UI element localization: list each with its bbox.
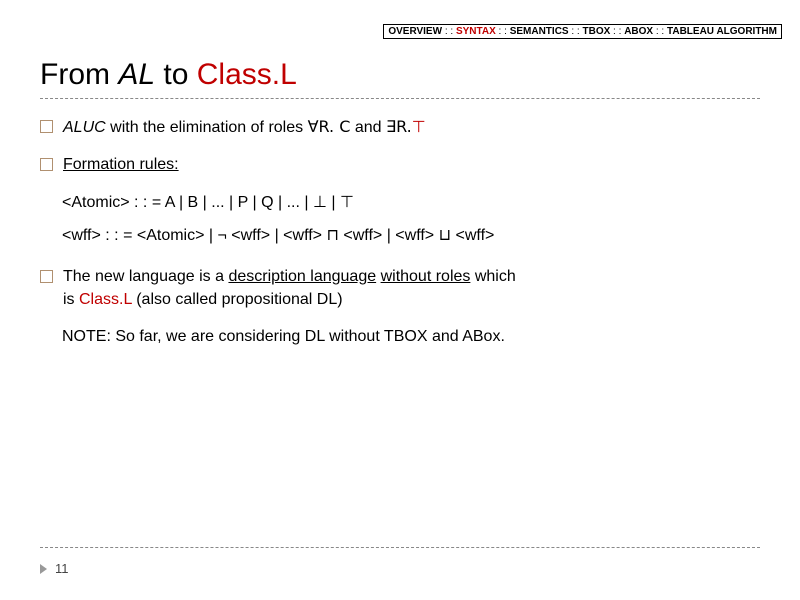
- b3-without-roles: without roles: [381, 268, 471, 285]
- breadcrumb-item: OVERVIEW: [388, 26, 442, 37]
- b3-line2c: (also called propositional DL): [132, 291, 343, 308]
- page-arrow-icon: [40, 564, 47, 574]
- b1-text1: with the elimination of roles: [106, 119, 308, 136]
- title-classl: Class.L: [197, 58, 297, 91]
- note-text: NOTE: So far, we are considering DL with…: [62, 328, 505, 345]
- bullet-marker-icon: [40, 120, 53, 133]
- top-symbol: ⊤: [412, 117, 426, 136]
- bullet-1-content: ALUC with the elimination of roles ∀R. C…: [63, 115, 760, 139]
- wff-rhs1: <Atomic> | ¬ <wff> | <wff>: [137, 227, 327, 244]
- page-number: 11: [55, 561, 69, 576]
- breadcrumb-separator: : :: [610, 26, 624, 37]
- b3-desc-lang: description language: [228, 268, 376, 285]
- b3-line2a: is: [63, 291, 79, 308]
- grammar-wff: <wff> : : = <Atomic> | ¬ <wff> | <wff> ⊓…: [62, 223, 760, 247]
- b3-classl: Class.L: [79, 291, 132, 308]
- exists-role: ∃R.: [386, 117, 412, 136]
- breadcrumb: OVERVIEW : : SYNTAX : : SEMANTICS : : TB…: [383, 24, 782, 39]
- slide-title: From AL to Class.L: [40, 58, 760, 99]
- bar-top: |: [327, 194, 340, 211]
- sqcup-symbol: ⊔: [439, 225, 451, 244]
- bot-symbol: ⊥: [313, 192, 327, 211]
- b3-line1a: The new language is a: [63, 268, 228, 285]
- grammar-atomic: <Atomic> : : = A | B | ... | P | Q | ...…: [62, 190, 760, 214]
- breadcrumb-separator: : :: [496, 26, 510, 37]
- bullet-2-content: Formation rules:: [63, 153, 760, 176]
- bullet-2: Formation rules:: [40, 153, 760, 176]
- breadcrumb-item: SYNTAX: [456, 26, 496, 37]
- formation-rules-label: Formation rules:: [63, 156, 179, 173]
- forall-role: ∀R. C: [308, 117, 351, 136]
- breadcrumb-item: ABOX: [624, 26, 653, 37]
- bullet-1: ALUC with the elimination of roles ∀R. C…: [40, 115, 760, 139]
- slide-body: ALUC with the elimination of roles ∀R. C…: [40, 115, 760, 348]
- b1-and: and: [350, 119, 386, 136]
- wff-rhs3: <wff>: [451, 227, 494, 244]
- breadcrumb-item: SEMANTICS: [510, 26, 569, 37]
- breadcrumb-item: TABLEAU ALGORITHM: [667, 26, 777, 37]
- wff-lhs: <wff> : : =: [62, 227, 137, 244]
- breadcrumb-separator: : :: [569, 26, 583, 37]
- b3-line1e: which: [470, 268, 515, 285]
- grammar-block: <Atomic> : : = A | B | ... | P | Q | ...…: [62, 190, 760, 246]
- title-al: AL: [118, 58, 155, 91]
- bullet-3-content: The new language is a description langua…: [63, 265, 760, 311]
- atomic-lhs: <Atomic> : : =: [62, 194, 165, 211]
- top-symbol-grammar: ⊤: [340, 192, 354, 211]
- bullet-3: The new language is a description langua…: [40, 265, 760, 311]
- aluc-term: ALUC: [63, 119, 106, 136]
- bottom-divider: [40, 547, 760, 548]
- bullet-marker-icon: [40, 158, 53, 171]
- breadcrumb-separator: : :: [442, 26, 456, 37]
- wff-rhs2: <wff> | <wff>: [339, 227, 439, 244]
- breadcrumb-separator: : :: [653, 26, 667, 37]
- atomic-rhs: A | B | ... | P | Q | ... |: [165, 194, 313, 211]
- bullet-marker-icon: [40, 270, 53, 283]
- page-number-wrap: 11: [40, 561, 69, 576]
- sqcap-symbol: ⊓: [326, 225, 338, 244]
- title-mid: to: [155, 58, 197, 91]
- breadcrumb-item: TBOX: [583, 26, 611, 37]
- title-prefix: From: [40, 58, 118, 91]
- note-line: NOTE: So far, we are considering DL with…: [62, 325, 760, 348]
